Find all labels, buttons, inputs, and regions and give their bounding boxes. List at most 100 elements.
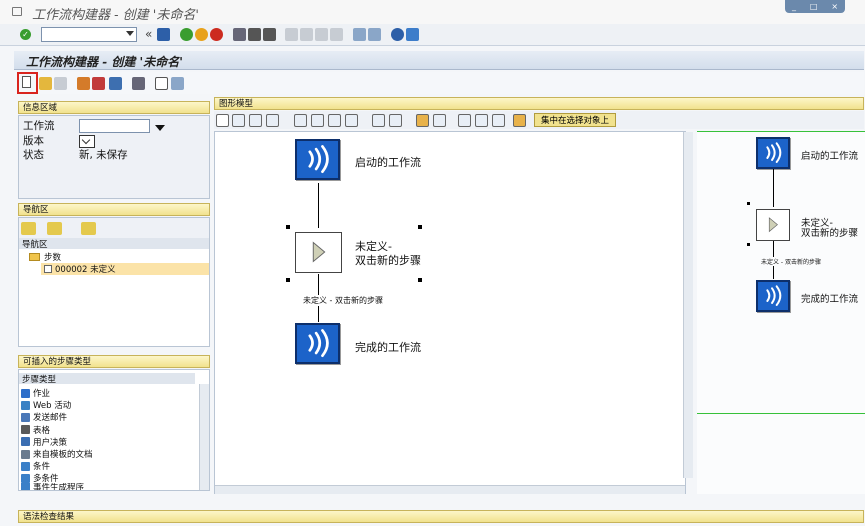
overview-icon[interactable] bbox=[171, 77, 184, 90]
overview-handle bbox=[747, 202, 750, 205]
enter-icon[interactable]: ✓ bbox=[20, 29, 31, 40]
back-icon[interactable] bbox=[180, 28, 193, 41]
syntax-panel-header[interactable]: 语法检查结果 bbox=[18, 510, 864, 523]
overview-connector bbox=[773, 169, 774, 207]
zoom-out-icon[interactable] bbox=[492, 114, 505, 127]
step-type-label: 用户决策 bbox=[33, 437, 68, 448]
redo-icon[interactable] bbox=[389, 114, 402, 127]
step-type-item[interactable]: 事件生成程序 bbox=[21, 483, 84, 490]
cut-icon[interactable] bbox=[294, 114, 307, 127]
focus-selection-button[interactable]: 集中在选择对象上 bbox=[534, 113, 616, 127]
hand-icon[interactable] bbox=[416, 114, 429, 127]
step-type-label: 表格 bbox=[33, 425, 51, 436]
overview-start-icon bbox=[756, 137, 790, 169]
step-type-label: 条件 bbox=[33, 462, 51, 473]
selection-handle bbox=[286, 225, 290, 229]
step-type-item[interactable]: 来自模板的文档 bbox=[21, 448, 93, 460]
find-icon[interactable] bbox=[248, 28, 261, 41]
window-menu-icon[interactable] bbox=[12, 7, 22, 16]
workflow-input[interactable] bbox=[79, 119, 150, 133]
step-type-item[interactable]: 作业 bbox=[21, 387, 50, 399]
previous-page-icon[interactable] bbox=[300, 28, 313, 41]
copy-icon[interactable] bbox=[311, 114, 324, 127]
paste-special-icon[interactable] bbox=[345, 114, 358, 127]
save-icon[interactable] bbox=[157, 28, 170, 41]
nav-tree-icon[interactable] bbox=[81, 222, 96, 235]
maximize-button[interactable]: □ bbox=[810, 2, 818, 11]
print-icon[interactable] bbox=[233, 28, 246, 41]
end-node-label[interactable]: 完成的工作流 bbox=[355, 339, 421, 355]
step-type-icon bbox=[21, 473, 30, 483]
cancel-icon[interactable] bbox=[210, 28, 223, 41]
close-button[interactable]: × bbox=[831, 2, 838, 11]
canvas-vscroll[interactable] bbox=[683, 132, 693, 478]
find-next-icon[interactable] bbox=[263, 28, 276, 41]
start-node-label[interactable]: 启动的工作流 bbox=[355, 154, 421, 170]
undo-icon[interactable] bbox=[372, 114, 385, 127]
overview-border-top bbox=[697, 131, 865, 132]
zoom-in-icon[interactable] bbox=[475, 114, 488, 127]
nav-panel-header[interactable]: 导航区 bbox=[18, 203, 210, 216]
graph-panel-header[interactable]: 图形模型 bbox=[214, 97, 864, 110]
start-event-icon[interactable] bbox=[295, 139, 340, 180]
new-page-icon[interactable] bbox=[216, 114, 229, 127]
overview-edge-label: 未定义 - 双击新的步骤 bbox=[761, 257, 821, 266]
workflow-dropdown-icon[interactable] bbox=[155, 125, 165, 131]
step-types-scrollbar[interactable] bbox=[199, 384, 209, 490]
help-icon[interactable] bbox=[391, 28, 404, 41]
first-page-icon[interactable] bbox=[285, 28, 298, 41]
link-icon[interactable] bbox=[249, 114, 262, 127]
workflow-icon[interactable] bbox=[77, 77, 90, 90]
selection-handle bbox=[418, 225, 422, 229]
system-toolbar: ✓ « bbox=[0, 24, 865, 46]
tree-root[interactable]: 步数 bbox=[44, 251, 61, 263]
graph-canvas[interactable]: 启动的工作流 未定义- 双击新的步骤 未定义 - 双击新的步骤 完成的工作流 bbox=[214, 131, 693, 494]
layout-tree-icon[interactable] bbox=[458, 114, 471, 127]
end-event-icon[interactable] bbox=[295, 323, 340, 364]
history-back-icon[interactable]: « bbox=[145, 27, 152, 41]
print-preview-icon[interactable] bbox=[132, 77, 145, 90]
command-field[interactable] bbox=[41, 27, 137, 42]
command-dropdown-icon[interactable] bbox=[126, 31, 134, 36]
step-type-icon bbox=[21, 437, 30, 447]
pencil-icon[interactable] bbox=[92, 77, 105, 90]
search-icon[interactable] bbox=[513, 114, 526, 127]
step-type-item[interactable]: 用户决策 bbox=[21, 436, 67, 448]
minimize-button[interactable]: _ bbox=[792, 2, 796, 11]
edge-label[interactable]: 未定义 - 双击新的步骤 bbox=[303, 295, 383, 306]
edit-pencil-icon[interactable] bbox=[232, 114, 245, 127]
open-icon[interactable] bbox=[39, 77, 52, 90]
last-page-icon[interactable] bbox=[330, 28, 343, 41]
step-type-label: 发送邮件 bbox=[33, 413, 68, 424]
info-panel-header[interactable]: 信息区域 bbox=[18, 101, 210, 114]
step-types-panel-header[interactable]: 可插入的步骤类型 bbox=[18, 355, 210, 368]
new-session-icon[interactable] bbox=[353, 28, 366, 41]
status-label: 状态 bbox=[23, 149, 44, 161]
layout-menu-icon[interactable] bbox=[406, 28, 419, 41]
select-icon[interactable] bbox=[433, 114, 446, 127]
step-type-item[interactable]: 发送邮件 bbox=[21, 411, 67, 423]
step-type-item[interactable]: 表格 bbox=[21, 424, 50, 436]
paste-icon[interactable] bbox=[328, 114, 341, 127]
test-icon[interactable] bbox=[109, 77, 122, 90]
edit-icon[interactable] bbox=[54, 77, 67, 90]
next-page-icon[interactable] bbox=[315, 28, 328, 41]
shortcut-icon[interactable] bbox=[368, 28, 381, 41]
undefined-step-label-line2[interactable]: 双击新的步骤 bbox=[355, 252, 421, 268]
selection-handle bbox=[418, 278, 422, 282]
nav-forward-icon[interactable] bbox=[47, 222, 62, 235]
overview-panel[interactable]: 启动的工作流 未定义- 双击新的步骤 未定义 - 双击新的步骤 完成的工作流 bbox=[697, 131, 865, 494]
step-type-item[interactable]: Web 活动 bbox=[21, 399, 71, 411]
tree-item-selected[interactable]: 000002 未定义 bbox=[41, 263, 209, 275]
delete-icon[interactable] bbox=[266, 114, 279, 127]
undefined-step-node[interactable] bbox=[295, 232, 342, 273]
canvas-hscroll[interactable] bbox=[215, 485, 685, 494]
app-title: 工作流构建器 - 创建 '未命名' bbox=[32, 8, 199, 23]
step-type-item[interactable]: 条件 bbox=[21, 460, 50, 472]
step-type-icon bbox=[21, 461, 30, 471]
layout-icon[interactable] bbox=[155, 77, 168, 90]
workflow-label: 工作流 bbox=[23, 120, 55, 132]
nav-back-icon[interactable] bbox=[21, 222, 36, 235]
info-panel: 工作流 版本 状态 新, 未保存 bbox=[18, 115, 210, 199]
exit-icon[interactable] bbox=[195, 28, 208, 41]
